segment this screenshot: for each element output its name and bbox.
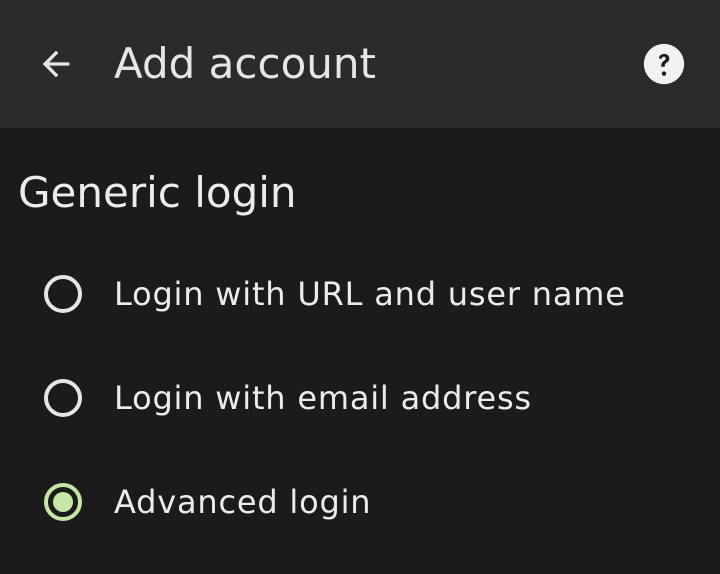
page-title: Add account: [114, 39, 376, 88]
help-circle-icon: [643, 43, 685, 85]
add-account-screen: Add account Generic login Login with URL…: [0, 0, 720, 574]
option-label: Advanced login: [114, 483, 372, 521]
option-login-url-username[interactable]: Login with URL and user name: [26, 256, 706, 332]
radio-dot: [53, 492, 73, 512]
radio-selected-icon[interactable]: [44, 483, 82, 521]
arrow-back-icon: [42, 50, 70, 78]
option-label: Login with URL and user name: [114, 275, 626, 313]
help-button[interactable]: [636, 36, 692, 92]
radio-unselected-icon[interactable]: [44, 379, 82, 417]
top-app-bar: Add account: [0, 0, 720, 128]
option-advanced-login[interactable]: Advanced login: [26, 464, 706, 540]
section-title: Generic login: [18, 168, 297, 217]
back-button[interactable]: [28, 36, 84, 92]
option-label: Login with email address: [114, 379, 532, 417]
option-login-email[interactable]: Login with email address: [26, 360, 706, 436]
radio-unselected-icon[interactable]: [44, 275, 82, 313]
